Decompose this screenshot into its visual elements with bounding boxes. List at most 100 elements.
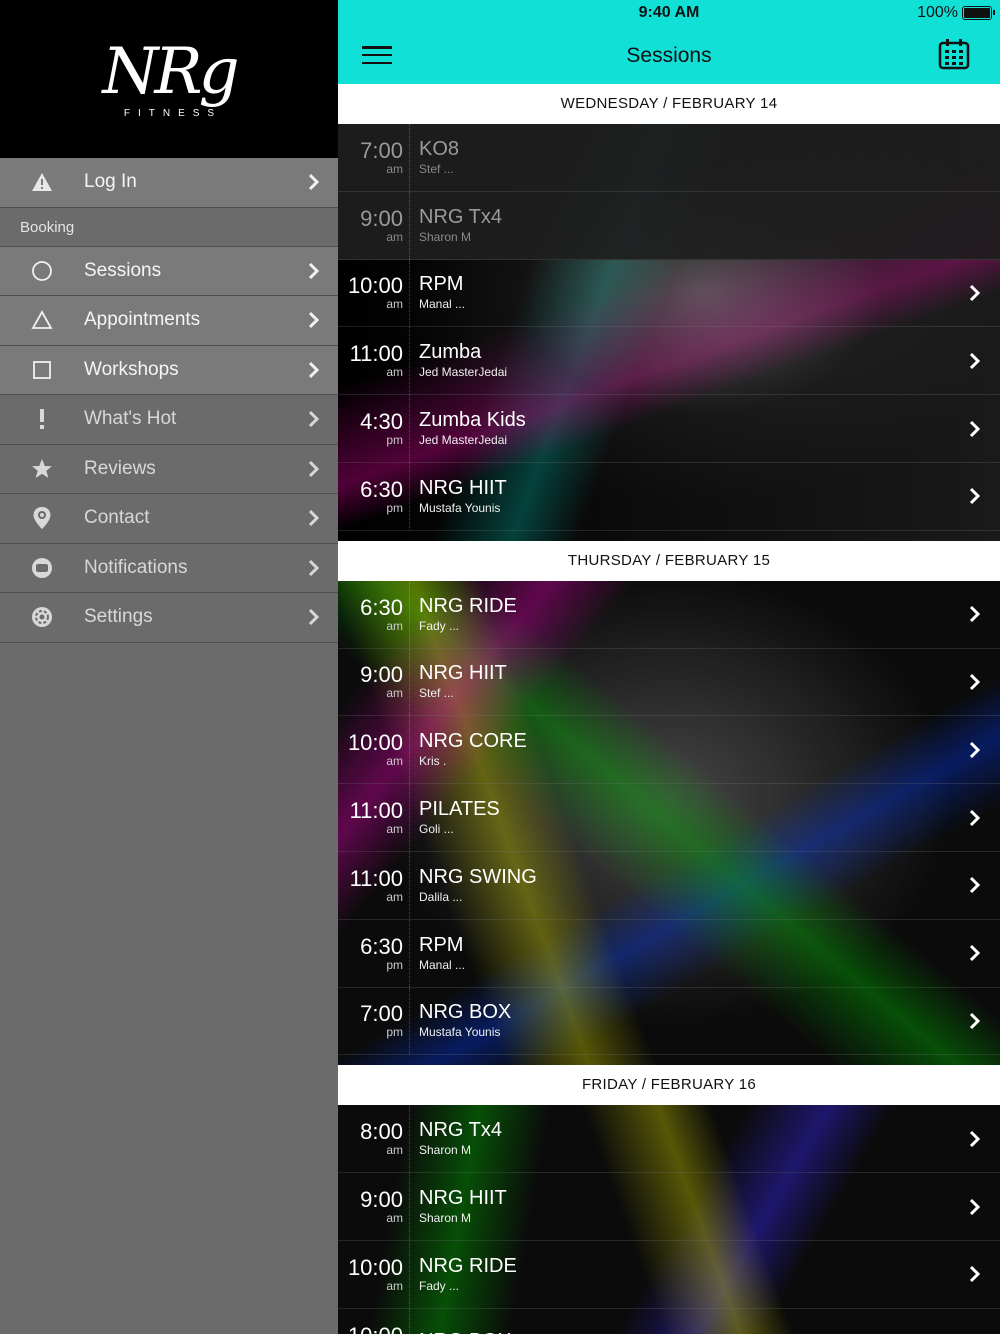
session-row[interactable]: 10:00 am NRG CORE Kris . — [338, 716, 1000, 785]
session-class-name: NRG BOX — [419, 1330, 950, 1334]
sidebar-item-appointments[interactable]: Appointments — [0, 296, 338, 346]
session-info: NRG CORE Kris . — [410, 731, 950, 769]
session-row[interactable]: 11:00 am Zumba Jed MasterJedai — [338, 327, 1000, 396]
nav-bar: 9:40 AM 100% Sessions — [338, 0, 1000, 84]
chevron-right-icon — [950, 1198, 1000, 1216]
session-coach: Dalila ... — [419, 889, 463, 904]
chevron-right-icon — [950, 605, 1000, 623]
session-row[interactable]: 4:30 pm Zumba Kids Jed MasterJedai — [338, 395, 1000, 463]
session-ampm: am — [386, 889, 403, 904]
sidebar-item-login[interactable]: Log In — [0, 158, 338, 208]
sidebar-item-workshops[interactable]: Workshops — [0, 345, 338, 395]
session-row[interactable]: 10:00 am RPM Manal ... — [338, 259, 1000, 328]
session-coach: Fady ... — [419, 1278, 460, 1293]
session-coach: Stef ... — [419, 161, 454, 176]
session-row[interactable]: 11:00 am PILATES Goli ... — [338, 784, 1000, 852]
session-time: 8:00 am — [338, 1105, 410, 1173]
session-row[interactable]: 10:00 am NRG RIDE Fady ... — [338, 1240, 1000, 1309]
calendar-icon[interactable] — [938, 38, 970, 70]
session-info: NRG Tx4 Sharon M — [410, 1120, 950, 1158]
session-time-value: 6:30 — [360, 594, 403, 620]
session-info: PILATES Goli ... — [410, 798, 950, 837]
session-row[interactable]: 6:30 pm NRG HIIT Mustafa Younis — [338, 462, 1000, 531]
session-row[interactable]: 11:00 am NRG SWING Dalila ... — [338, 851, 1000, 920]
session-info: NRG RIDE Fady ... — [410, 1254, 950, 1293]
session-row[interactable]: 9:00 am NRG HIIT Sharon M — [338, 1173, 1000, 1241]
session-class-name: Zumba Kids — [419, 409, 526, 432]
session-time: 9:00 am — [338, 648, 410, 716]
session-ampm: am — [386, 754, 403, 769]
chevron-right-icon — [950, 876, 1000, 894]
session-time-value: 6:30 — [360, 933, 403, 959]
sidebar-item-sessions[interactable]: Sessions — [0, 246, 338, 296]
session-ampm: am — [386, 1211, 403, 1226]
session-time: 9:00 am — [338, 191, 410, 259]
sidebar-item-notifications[interactable]: Notifications — [0, 544, 338, 593]
session-class-name: NRG RIDE — [419, 1254, 517, 1277]
sidebar-item-contact[interactable]: Contact — [0, 494, 338, 544]
session-class-name: RPM — [419, 273, 464, 296]
chevron-right-icon — [950, 741, 1000, 759]
chevron-right-icon — [950, 1265, 1000, 1283]
chevron-right-icon — [950, 1130, 1000, 1148]
session-row[interactable]: 9:00 am NRG HIIT Stef ... — [338, 648, 1000, 717]
session-class-name: NRG HIIT — [419, 662, 507, 685]
day-header: WEDNESDAY / FEBRUARY 14 — [338, 84, 1000, 124]
session-time: 10:00 am — [338, 1308, 410, 1334]
sidebar-item-label: Notifications — [84, 556, 188, 578]
session-info: RPM Manal ... — [410, 933, 950, 972]
session-coach: Jed MasterJedai — [419, 365, 508, 380]
session-time-value: 11:00 — [349, 865, 403, 891]
logo-tagline: FITNESS — [123, 107, 223, 119]
session-row: 7:00 am KO8 Stef ... — [338, 124, 1000, 192]
chevron-right-icon — [290, 559, 338, 577]
session-coach: Stef ... — [419, 686, 454, 701]
session-class-name: RPM — [419, 933, 464, 956]
session-coach: Kris . — [419, 754, 447, 769]
session-info: NRG HIIT Sharon M — [410, 1188, 950, 1226]
session-info: Zumba Jed MasterJedai — [410, 342, 950, 380]
day-sessions: 8:00 am NRG Tx4 Sharon M 9:00 am NRG HII… — [338, 1105, 1000, 1334]
session-coach: Fady ... — [419, 618, 460, 633]
session-coach: Manal ... — [419, 297, 466, 312]
session-class-name: NRG RIDE — [419, 594, 517, 617]
sidebar-item-whats-hot[interactable]: What's Hot — [0, 395, 338, 445]
session-time: 6:30 am — [338, 580, 410, 648]
session-coach: Jed MasterJedai — [419, 433, 508, 448]
battery-percent: 100% — [917, 4, 958, 21]
session-ampm: pm — [386, 500, 403, 515]
session-class-name: KO8 — [419, 137, 460, 160]
session-time-value: 7:00 — [360, 137, 403, 163]
session-ampm: am — [386, 686, 403, 701]
session-class-name: NRG Tx4 — [419, 205, 502, 228]
chevron-right-icon — [290, 460, 338, 478]
session-row[interactable]: 7:00 pm NRG BOX Mustafa Younis — [338, 987, 1000, 1056]
session-class-name: PILATES — [419, 798, 500, 821]
day-header: FRIDAY / FEBRUARY 16 — [338, 1065, 1000, 1106]
session-time: 10:00 am — [338, 716, 410, 784]
session-info: NRG HIIT Mustafa Younis — [410, 477, 950, 515]
session-info: KO8 Stef ... — [410, 137, 1000, 176]
sidebar-item-settings[interactable]: Settings — [0, 593, 338, 643]
exclamation-icon — [0, 408, 84, 430]
session-row[interactable]: 8:00 am NRG Tx4 Sharon M — [338, 1105, 1000, 1174]
status-bar: 9:40 AM 100% — [338, 4, 1000, 24]
battery-icon — [962, 6, 995, 20]
session-row[interactable]: 6:30 am NRG RIDE Fady ... — [338, 580, 1000, 649]
chevron-right-icon — [290, 262, 338, 280]
status-time: 9:40 AM — [638, 4, 700, 21]
session-time-value: 6:30 — [360, 476, 403, 502]
day-sessions: 6:30 am NRG RIDE Fady ... 9:00 am NRG HI… — [338, 580, 1000, 1066]
session-time-value: 7:00 — [360, 1001, 403, 1027]
session-ampm: am — [386, 365, 403, 380]
session-row[interactable]: 6:30 pm RPM Manal ... — [338, 919, 1000, 988]
section-label-booking: Booking — [0, 207, 338, 247]
session-ampm: am — [386, 297, 403, 312]
battery-indicator: 100% — [917, 4, 995, 22]
sidebar-item-reviews[interactable]: Reviews — [0, 445, 338, 494]
day-sessions: 7:00 am KO8 Stef ... 9:00 am NRG Tx4 Sha… — [338, 124, 1000, 541]
session-info: NRG BOX Mustafa Younis — [410, 1002, 950, 1040]
session-row[interactable]: 10:00 am NRG BOX — [338, 1308, 1000, 1334]
session-ampm: pm — [386, 433, 403, 448]
session-ampm: am — [386, 161, 403, 176]
